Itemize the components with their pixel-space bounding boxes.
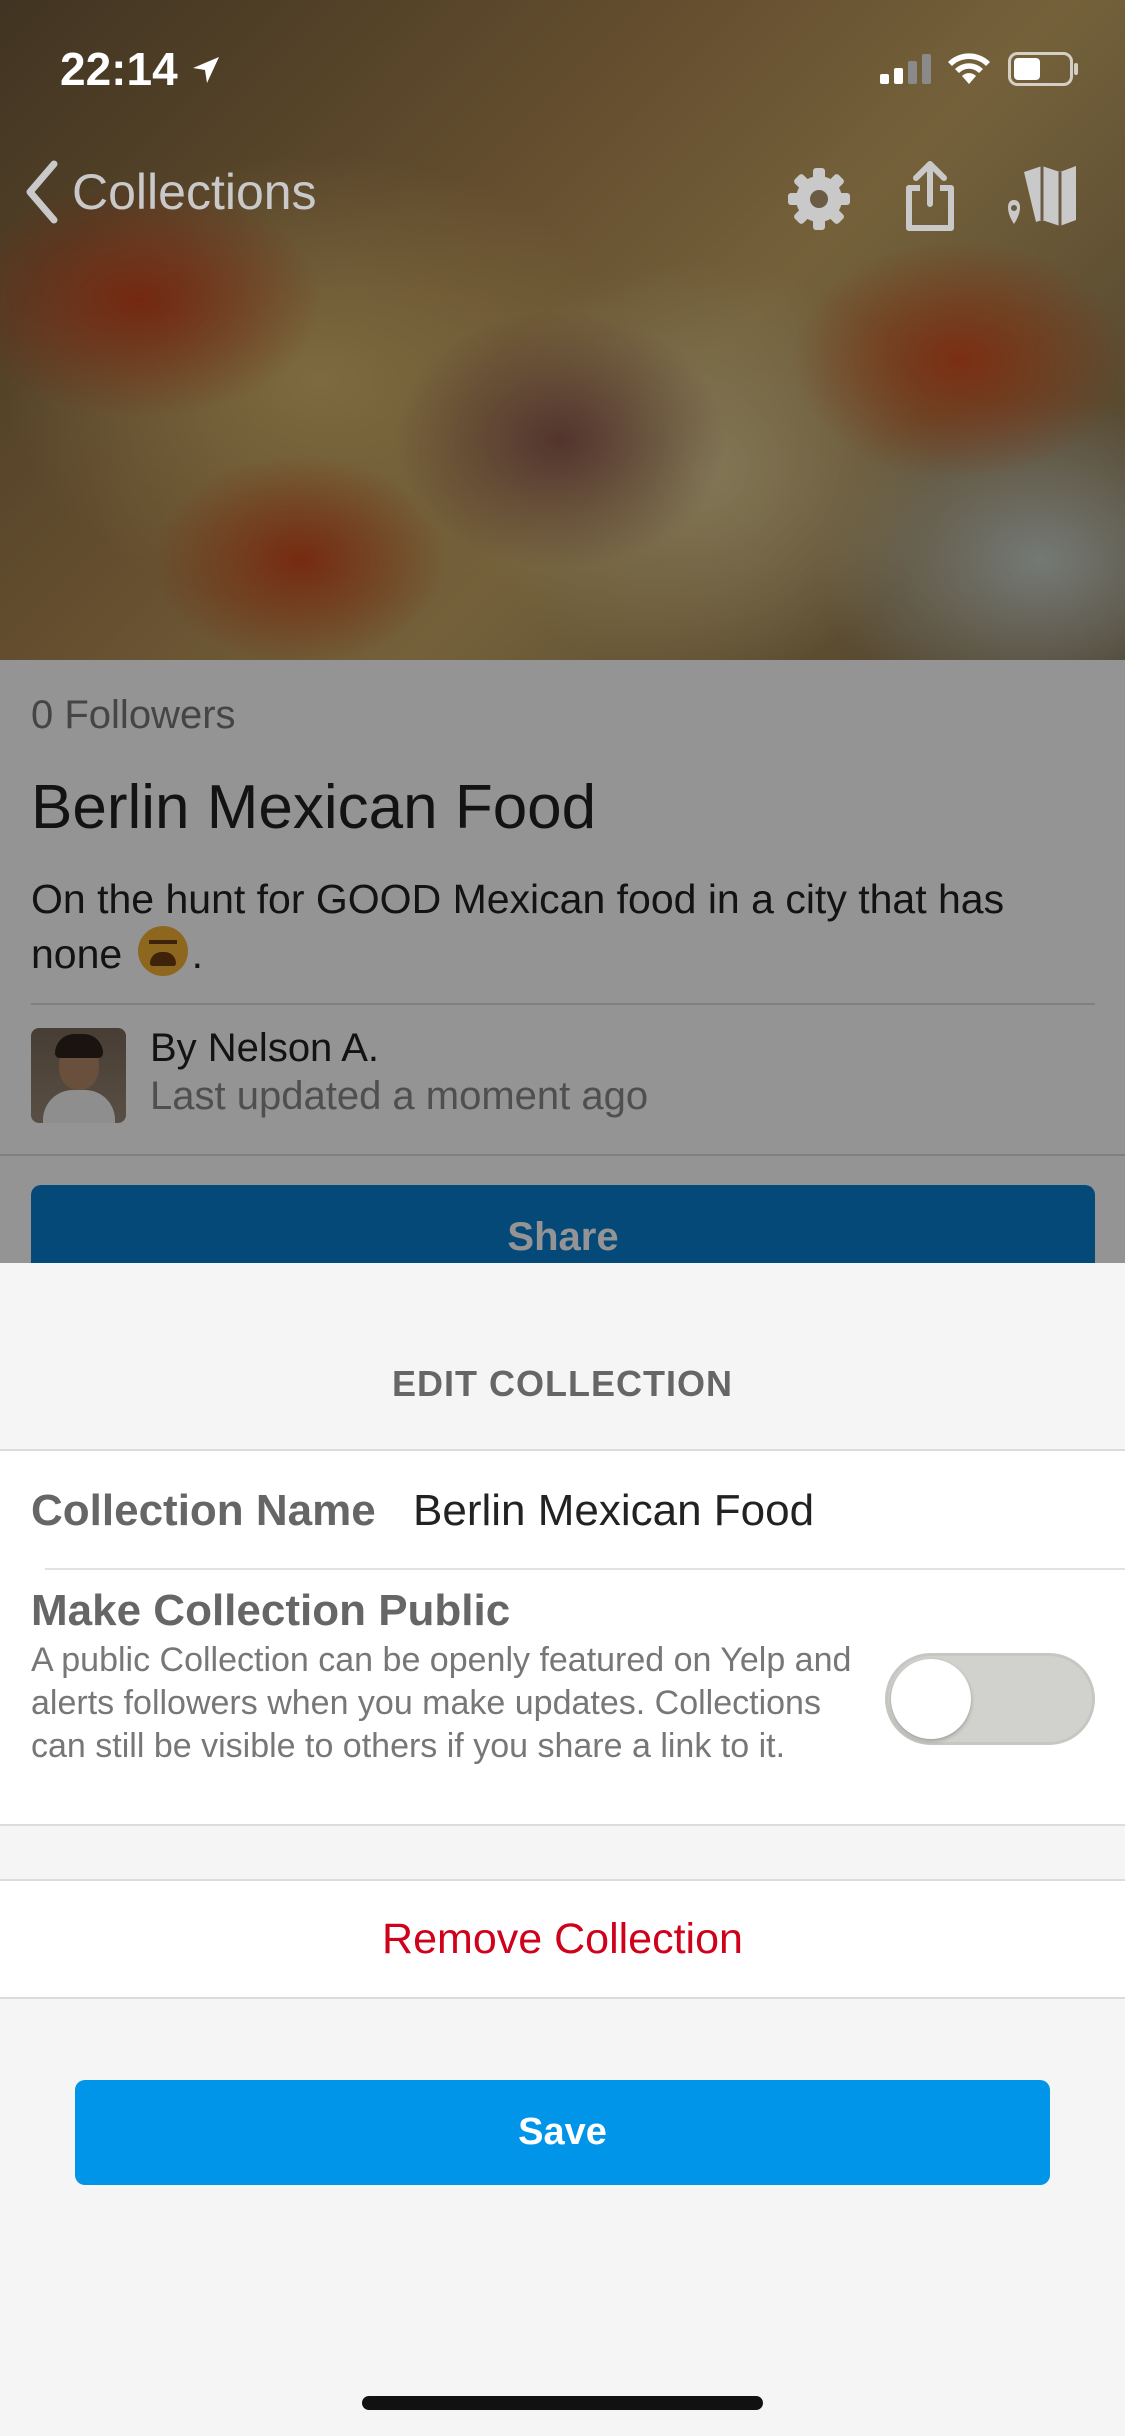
map-icon[interactable] xyxy=(1004,166,1076,228)
home-indicator[interactable] xyxy=(362,2396,763,2410)
toggle-knob xyxy=(891,1659,971,1739)
save-button[interactable]: Save xyxy=(75,2080,1050,2185)
wifi-icon xyxy=(948,53,990,84)
battery-icon xyxy=(1008,52,1078,86)
make-public-toggle[interactable] xyxy=(885,1653,1095,1745)
sheet-title: EDIT COLLECTION xyxy=(392,1363,733,1404)
location-arrow-icon xyxy=(193,57,219,83)
back-button[interactable]: Collections xyxy=(22,160,317,224)
row-divider xyxy=(45,1568,1125,1570)
remove-collection-button[interactable]: Remove Collection xyxy=(0,1915,1125,1964)
edit-collection-sheet xyxy=(0,1263,1125,2436)
back-label: Collections xyxy=(72,164,317,220)
make-public-label: Make Collection Public xyxy=(31,1586,511,1635)
status-time: 22:14 xyxy=(60,43,178,95)
share-icon[interactable] xyxy=(904,160,956,232)
chevron-left-icon xyxy=(26,160,58,224)
signal-icon xyxy=(880,54,931,84)
collection-name-field[interactable]: Berlin Mexican Food xyxy=(413,1486,814,1536)
collection-name-label: Collection Name xyxy=(31,1486,376,1535)
make-public-description: A public Collection can be openly featur… xyxy=(31,1641,852,1765)
gear-icon[interactable] xyxy=(786,166,852,232)
